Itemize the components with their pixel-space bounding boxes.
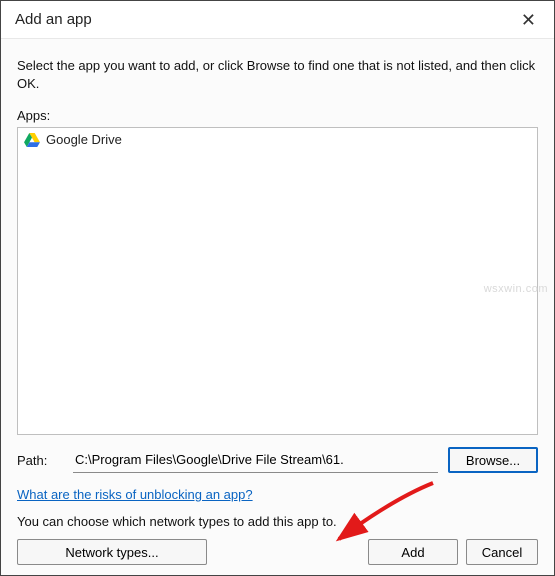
- apps-listbox[interactable]: Google Drive: [17, 127, 538, 435]
- instructions-text: Select the app you want to add, or click…: [17, 57, 538, 92]
- apps-label: Apps:: [17, 108, 538, 123]
- titlebar: Add an app ✕: [1, 1, 554, 39]
- path-row: Path: Browse...: [17, 447, 538, 473]
- list-item-label: Google Drive: [46, 132, 122, 147]
- browse-button[interactable]: Browse...: [448, 447, 538, 473]
- path-label: Path:: [17, 453, 63, 468]
- list-item[interactable]: Google Drive: [18, 128, 537, 151]
- watermark: wsxwin.com: [484, 283, 548, 295]
- risks-link-row: What are the risks of unblocking an app?: [17, 487, 538, 502]
- network-types-button[interactable]: Network types...: [17, 539, 207, 565]
- risks-link[interactable]: What are the risks of unblocking an app?: [17, 487, 253, 502]
- add-button[interactable]: Add: [368, 539, 458, 565]
- network-note: You can choose which network types to ad…: [17, 514, 538, 529]
- close-icon[interactable]: ✕: [517, 7, 540, 33]
- window-title: Add an app: [15, 11, 92, 28]
- button-row: Network types... Add Cancel: [17, 539, 538, 565]
- dialog-body: Select the app you want to add, or click…: [1, 39, 554, 575]
- google-drive-icon: [24, 133, 40, 147]
- path-input[interactable]: [73, 447, 438, 473]
- add-an-app-dialog: Add an app ✕ Select the app you want to …: [0, 0, 555, 576]
- cancel-button[interactable]: Cancel: [466, 539, 538, 565]
